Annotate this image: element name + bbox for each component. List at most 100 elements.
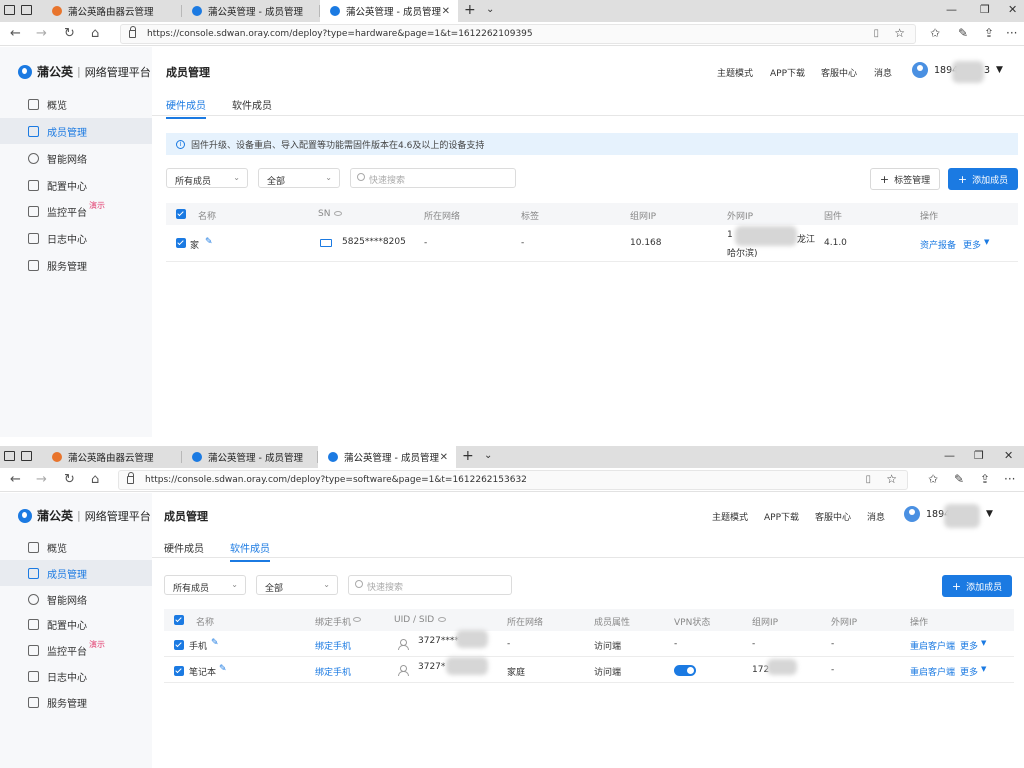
add-member-button[interactable]: + 添加成员 — [942, 575, 1012, 597]
sidebar-item-services[interactable]: 服务管理 — [0, 689, 152, 715]
row-checkbox[interactable] — [174, 666, 184, 676]
nav-theme-mode[interactable]: 主题模式 — [712, 510, 748, 523]
home-icon[interactable]: ⌂ — [91, 26, 99, 41]
nav-messages[interactable]: 消息 — [867, 510, 885, 523]
status-filter-select[interactable]: 全部 ⌄ — [258, 168, 340, 188]
restart-client-link[interactable]: 重启客户端 — [910, 639, 955, 652]
tab-router-cloud[interactable]: 蒲公英路由器云管理 — [42, 0, 182, 22]
url-field[interactable]: https://console.sdwan.oray.com/deploy?ty… — [118, 470, 908, 490]
maximize-icon[interactable]: ❐ — [974, 449, 984, 462]
member-filter-select[interactable]: 所有成员 ⌄ — [164, 575, 246, 595]
reader-mode-icon[interactable]: ▯ — [873, 28, 879, 39]
caret-down-icon[interactable]: ▼ — [986, 509, 993, 519]
chevron-down-icon[interactable]: ⌄ — [486, 4, 494, 15]
vpn-toggle[interactable] — [674, 665, 696, 676]
nav-support[interactable]: 客服中心 — [815, 510, 851, 523]
status-filter-select[interactable]: 全部 ⌄ — [256, 575, 338, 595]
sidebar-item-logs[interactable]: 日志中心 — [0, 225, 152, 251]
tag-management-button[interactable]: + 标签管理 — [870, 168, 940, 190]
search-input[interactable]: 快速搜索 — [348, 575, 512, 595]
refresh-icon[interactable]: ↻ — [64, 26, 75, 41]
bind-phone-link[interactable]: 绑定手机 — [315, 639, 351, 652]
nav-theme-mode[interactable]: 主题模式 — [717, 66, 753, 79]
nav-support[interactable]: 客服中心 — [821, 66, 857, 79]
logo[interactable]: 蒲公英 | 网络管理平台 — [18, 507, 151, 524]
sidebar-item-monitor[interactable]: 监控平台 演示 — [0, 637, 152, 663]
eye-icon[interactable] — [334, 211, 342, 216]
sidebar-item-logs[interactable]: 日志中心 — [0, 663, 152, 689]
minimize-icon[interactable]: — — [944, 449, 955, 462]
favorite-star-icon[interactable]: ☆ — [894, 26, 905, 40]
close-window-icon[interactable]: ✕ — [1004, 449, 1013, 462]
caret-down-icon[interactable]: ▼ — [981, 639, 986, 647]
more-icon[interactable]: ··· — [1006, 26, 1017, 40]
close-tab-icon[interactable]: ✕ — [440, 452, 448, 463]
sidebar-item-overview[interactable]: 概览 — [0, 91, 152, 117]
favorites-icon[interactable]: ✩ — [928, 472, 938, 486]
tab-router-cloud[interactable]: 蒲公英路由器云管理 — [42, 446, 182, 468]
maximize-icon[interactable]: ❐ — [980, 3, 990, 16]
bind-phone-link[interactable]: 绑定手机 — [315, 665, 351, 678]
tab-member-management[interactable]: 蒲公英管理 - 成员管理 — [182, 0, 320, 22]
edit-pencil-icon[interactable]: ✎ — [211, 638, 219, 648]
more-icon[interactable]: ··· — [1004, 472, 1015, 486]
tab-software-members[interactable]: 软件成员 — [230, 540, 270, 562]
tab-software-members[interactable]: 软件成员 — [232, 97, 272, 117]
chevron-down-icon[interactable]: ⌄ — [484, 450, 492, 461]
share-icon[interactable]: ⇪ — [980, 472, 990, 486]
nav-messages[interactable]: 消息 — [874, 66, 892, 79]
sidebar-item-smart-network[interactable]: 智能网络 — [0, 145, 152, 171]
sidebar-item-overview[interactable]: 概览 — [0, 534, 152, 560]
close-window-icon[interactable]: ✕ — [1008, 3, 1017, 16]
sidebar-item-config[interactable]: 配置中心 — [0, 611, 152, 637]
nav-app-download[interactable]: APP下载 — [764, 510, 799, 523]
sidebar-item-members[interactable]: 成员管理 — [0, 560, 152, 586]
more-link[interactable]: 更多 — [960, 665, 978, 678]
home-icon[interactable]: ⌂ — [91, 472, 99, 487]
edit-pencil-icon[interactable]: ✎ — [205, 237, 213, 247]
edit-pencil-icon[interactable]: ✎ — [219, 664, 227, 674]
more-link[interactable]: 更多 — [960, 639, 978, 652]
sidebar-item-members[interactable]: 成员管理 — [0, 118, 152, 144]
eye-icon[interactable] — [353, 617, 361, 622]
caret-down-icon[interactable]: ▼ — [984, 238, 989, 246]
reader-mode-icon[interactable]: ▯ — [865, 474, 871, 485]
user-name-suffix[interactable]: 3 — [984, 65, 990, 76]
avatar[interactable] — [904, 506, 920, 522]
member-filter-select[interactable]: 所有成员 ⌄ — [166, 168, 248, 188]
minimize-icon[interactable]: — — [946, 3, 957, 16]
caret-down-icon[interactable]: ▼ — [996, 65, 1003, 75]
eye-icon[interactable] — [438, 617, 446, 622]
asset-report-link[interactable]: 资产报备 — [920, 238, 956, 251]
search-input[interactable]: 快速搜索 — [350, 168, 516, 188]
sidebar-item-services[interactable]: 服务管理 — [0, 252, 152, 278]
tab-actions[interactable] — [4, 451, 40, 463]
share-icon[interactable]: ⇪ — [984, 26, 994, 40]
row-checkbox[interactable] — [176, 238, 186, 248]
more-link[interactable]: 更多 — [963, 238, 981, 251]
add-member-button[interactable]: + 添加成员 — [948, 168, 1018, 190]
avatar[interactable] — [912, 62, 928, 78]
tab-actions[interactable] — [4, 5, 40, 17]
sidebar-item-config[interactable]: 配置中心 — [0, 172, 152, 198]
tab-member-management[interactable]: 蒲公英管理 - 成员管理 — [182, 446, 318, 468]
restart-client-link[interactable]: 重启客户端 — [910, 665, 955, 678]
favorite-star-icon[interactable]: ☆ — [886, 472, 897, 486]
forward-icon[interactable]: → — [36, 472, 47, 487]
select-all-checkbox[interactable] — [174, 615, 184, 625]
back-icon[interactable]: ← — [10, 472, 21, 487]
sidebar-item-monitor[interactable]: 监控平台 演示 — [0, 198, 152, 224]
new-tab-icon[interactable]: + — [464, 2, 476, 18]
sidebar-item-smart-network[interactable]: 智能网络 — [0, 586, 152, 612]
tab-member-management-active[interactable]: 蒲公英管理 - 成员管理 ✕ — [318, 446, 456, 468]
nav-app-download[interactable]: APP下载 — [770, 66, 805, 79]
back-icon[interactable]: ← — [10, 26, 21, 41]
url-field[interactable]: https://console.sdwan.oray.com/deploy?ty… — [120, 24, 916, 44]
caret-down-icon[interactable]: ▼ — [981, 665, 986, 673]
pen-icon[interactable]: ✎ — [954, 472, 964, 486]
close-tab-icon[interactable]: ✕ — [442, 6, 450, 17]
tab-member-management-active[interactable]: 蒲公英管理 - 成员管理 ✕ — [320, 0, 458, 22]
select-all-checkbox[interactable] — [176, 209, 186, 219]
forward-icon[interactable]: → — [36, 26, 47, 41]
new-tab-icon[interactable]: + — [462, 448, 474, 464]
